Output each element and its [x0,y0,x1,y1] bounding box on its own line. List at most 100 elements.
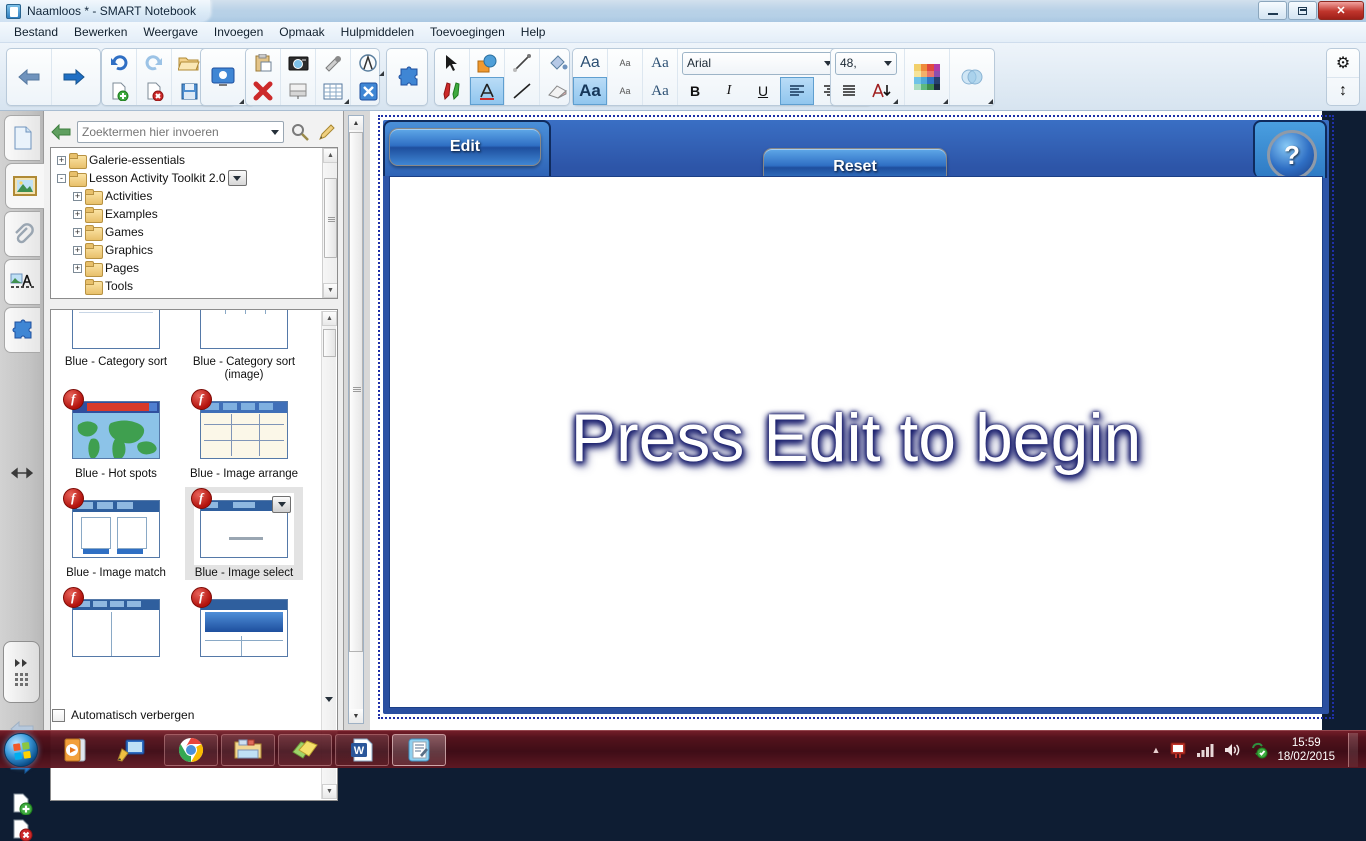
fill-tool-button[interactable] [540,49,574,77]
taskbar-sticky-notes-button[interactable] [278,734,332,766]
text-options-dropdown-arrow[interactable] [893,99,898,104]
gallery-search-field[interactable] [77,121,284,143]
addons-button[interactable] [387,49,431,105]
add-page-side-button[interactable] [6,793,38,815]
show-desktop-button[interactable] [1348,733,1358,767]
menu-weergave[interactable]: Weergave [135,23,205,41]
subscript-button[interactable]: Aa [608,77,642,105]
color-dropdown-arrow[interactable] [943,99,948,104]
transparency-dropdown-arrow[interactable] [988,99,993,104]
delete-page-side-button[interactable] [6,819,38,841]
volume-icon[interactable] [1223,742,1241,758]
canvas-scroll-down-button[interactable]: ▼ [349,709,363,723]
expander-minus-icon[interactable]: - [57,174,66,183]
tree-scroll-up-button[interactable]: ▲ [323,148,338,163]
help-button[interactable]: ? [1267,130,1317,180]
gallery-item-selected[interactable]: Blue - Image select [185,487,303,580]
customize-toolbar-button[interactable]: ⚙ [1327,49,1359,77]
panel-options-button[interactable] [325,702,333,720]
taskbar-media-player-button[interactable] [48,734,102,766]
align-justify-button[interactable] [831,77,865,105]
select-tool-button[interactable] [435,49,469,77]
edit-button[interactable]: Edit [389,128,541,166]
font-size-smaller-button[interactable]: Aa [608,49,642,77]
taskbar-smart-notebook-button[interactable] [392,734,446,766]
color-palette-button[interactable] [905,49,949,105]
tree-scrollbar[interactable]: ▲ ▼ [322,148,337,298]
search-input[interactable] [82,125,252,139]
tree-node-games[interactable]: + Games [51,223,321,241]
paste-button[interactable] [246,49,280,77]
table-dropdown-arrow[interactable] [344,99,349,104]
capture-dropdown-arrow[interactable] [239,99,244,104]
smart-board-icon[interactable] [1169,741,1187,759]
lesson-activity-flash-object[interactable]: Edit Reset ? Press Edit to begin [378,115,1334,719]
shapes-button[interactable] [470,49,504,77]
transparency-button[interactable] [950,49,994,105]
gallery-scroll-down-button[interactable]: ▼ [322,784,337,799]
sidebar-item-gallery[interactable] [5,163,44,209]
italic-button[interactable]: I [712,77,746,105]
screen-capture-button[interactable] [201,49,245,105]
tree-node-dropdown-button[interactable] [228,170,247,186]
expander-plus-icon[interactable]: + [73,264,82,273]
menu-toevoegingen[interactable]: Toevoegingen [422,23,513,41]
autohide-row[interactable]: Automatisch verbergen [52,708,194,722]
insert-link-button[interactable] [316,49,350,77]
measurement-tools-button[interactable] [351,49,385,77]
canvas-scroll-up-button[interactable]: ▲ [349,116,363,130]
insert-picture-button[interactable] [281,49,315,77]
canvas-scroll-thumb[interactable] [349,132,363,652]
gallery-scroll-thumb[interactable] [323,329,336,357]
sidebar-item-properties[interactable] [4,259,40,305]
tree-node-graphics[interactable]: + Graphics [51,241,321,259]
menu-bewerken[interactable]: Bewerken [66,23,135,41]
tree-node-galerie-essentials[interactable]: + Galerie-essentials [51,151,321,169]
gallery-item[interactable]: Blue - Hot spots [57,388,175,481]
text-tool-button[interactable] [470,77,504,105]
search-button[interactable] [289,121,311,143]
clear-page-button[interactable] [246,77,280,105]
next-page-button[interactable] [52,49,96,105]
gallery-item[interactable] [57,586,175,666]
tree-node-pages[interactable]: + Pages [51,259,321,277]
taskbar-explorer-button[interactable] [221,734,275,766]
tree-scroll-down-button[interactable]: ▼ [323,283,338,298]
font-size-dropdown[interactable]: 48, [835,52,897,75]
gallery-item[interactable]: Blue - Image arrange [185,388,303,481]
notebook-page[interactable]: Edit Reset ? Press Edit to begin [370,111,1322,730]
start-button[interactable] [4,733,38,767]
sidebar-item-add-ons[interactable] [4,307,40,353]
addons-toolbar-button[interactable] [351,77,385,105]
line-tool-button[interactable] [505,77,539,105]
restore-button[interactable] [1288,1,1317,20]
menu-bestand[interactable]: Bestand [6,23,66,41]
bold-button[interactable]: B [678,77,712,105]
gallery-scroll-up-button[interactable]: ▲ [322,311,337,326]
gallery-back-button[interactable] [50,122,72,142]
gallery-item[interactable]: Blue - Category sort (image) [185,309,303,382]
font-size-larger-button[interactable]: Aa [573,49,607,77]
tree-scroll-thumb[interactable] [324,178,337,258]
network-icon[interactable] [1196,742,1214,758]
gallery-setup-button[interactable] [316,121,338,143]
close-button[interactable]: ✕ [1318,1,1364,20]
gallery-item[interactable]: Blue - Category sort [57,309,175,382]
tray-expand-button[interactable]: ▲ [1152,745,1161,755]
delete-page-button[interactable] [137,77,171,105]
pens-button[interactable] [435,77,469,105]
canvas-vertical-scrollbar[interactable]: ▲ ▼ [348,115,364,724]
tree-node-lesson-activity-toolkit[interactable]: - Lesson Activity Toolkit 2.0 [51,169,321,187]
taskbar-word-button[interactable]: W [335,734,389,766]
redo-button[interactable] [137,49,171,77]
font-family-dropdown[interactable]: Arial [682,52,837,75]
smart-sync-icon[interactable] [1250,741,1268,759]
previous-page-button[interactable] [7,49,51,105]
activity-content-area[interactable]: Press Edit to begin [389,176,1323,708]
tree-node-activities[interactable]: + Activities [51,187,321,205]
menu-opmaak[interactable]: Opmaak [271,23,332,41]
menu-hulpmiddelen[interactable]: Hulpmiddelen [333,23,422,41]
eraser-button[interactable] [540,77,574,105]
undo-button[interactable] [102,49,136,77]
gallery-scrollbar[interactable]: ▲ ▼ [321,311,336,799]
